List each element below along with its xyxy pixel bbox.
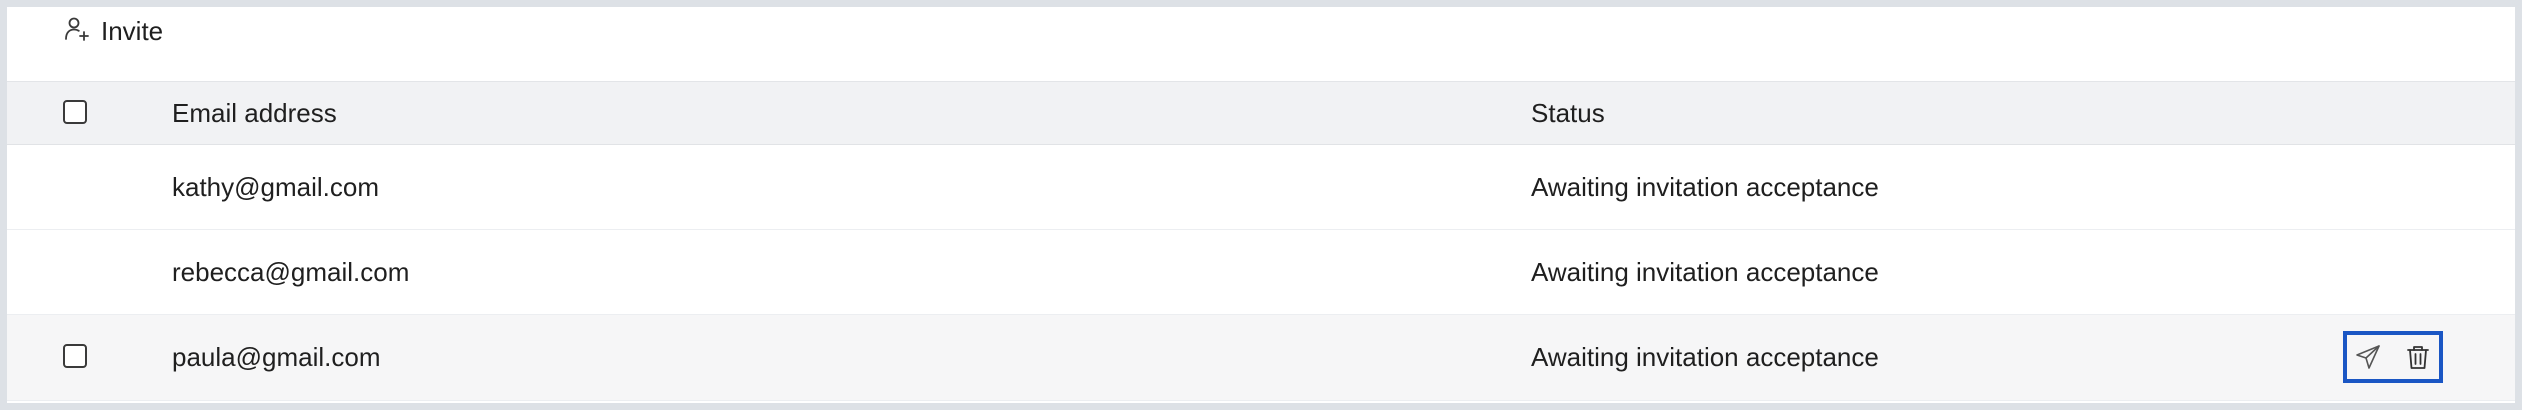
members-table: Email address Status kathy@gmail.com Awa…	[7, 82, 2515, 401]
person-plus-icon	[63, 15, 91, 48]
status-cell: Awaiting invitation acceptance	[1531, 171, 1879, 202]
row-select-checkbox[interactable]	[63, 344, 87, 368]
trash-icon[interactable]	[2401, 340, 2435, 374]
email-cell: kathy@gmail.com	[172, 171, 380, 202]
table-row[interactable]: paula@gmail.com Awaiting invitation acce…	[7, 315, 2515, 401]
email-cell: rebecca@gmail.com	[172, 256, 410, 287]
toolbar: Invite	[7, 7, 2515, 82]
send-icon[interactable]	[2351, 340, 2385, 374]
column-header-status[interactable]: Status	[1531, 82, 1605, 144]
status-cell: Awaiting invitation acceptance	[1531, 256, 1879, 287]
column-header-email[interactable]: Email address	[172, 82, 337, 144]
table-row[interactable]: rebecca@gmail.com Awaiting invitation ac…	[7, 230, 2515, 315]
invite-label: Invite	[101, 15, 164, 46]
table-header-row: Email address Status	[7, 82, 2515, 145]
members-panel: Invite Email address Status kathy@gmail.…	[7, 7, 2515, 403]
table-row[interactable]: kathy@gmail.com Awaiting invitation acce…	[7, 145, 2515, 230]
select-all-checkbox[interactable]	[63, 100, 87, 124]
row-actions	[2343, 331, 2443, 383]
status-cell: Awaiting invitation acceptance	[1531, 342, 1879, 372]
invite-button[interactable]: Invite	[63, 7, 163, 55]
email-cell: paula@gmail.com	[172, 342, 381, 372]
